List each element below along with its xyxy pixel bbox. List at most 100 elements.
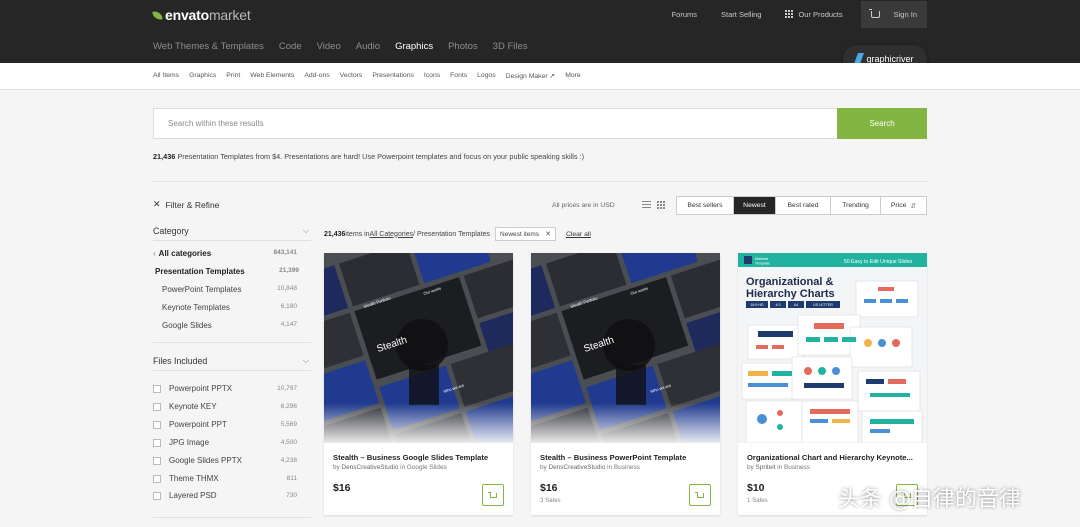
sort-price[interactable]: Price ⇵ [881, 197, 926, 214]
category-link[interactable]: Business [784, 464, 810, 471]
divider [153, 181, 927, 182]
checkbox[interactable] [153, 456, 161, 465]
category-powerpoint[interactable]: PowerPoint Templates 10,848 [162, 285, 297, 294]
author-link[interactable]: Spriteit [756, 464, 776, 471]
nav-photos[interactable]: Photos [448, 41, 478, 52]
subnav-logos[interactable]: Logos [477, 72, 496, 80]
cart-icon [487, 491, 497, 498]
list-view-icon[interactable] [642, 201, 651, 209]
subnav-vectors[interactable]: Vectors [340, 72, 363, 80]
filter-layered-psd[interactable]: Layered PSD 730 [153, 491, 297, 500]
category-section-title[interactable]: Category ⌵ [153, 226, 311, 236]
product-thumbnail[interactable]: Stealth Our works Stealth Portfolio Who … [324, 253, 513, 443]
filter-jpg-image[interactable]: JPG Image 4,500 [153, 438, 297, 447]
product-card[interactable]: 50 Easy to Edit Unique Slides Marketa Te… [738, 253, 927, 515]
sales-count: 1 Sales [747, 497, 768, 504]
sort-direction-icon: ⇵ [910, 202, 917, 210]
checkbox[interactable] [153, 491, 161, 500]
product-thumbnail[interactable]: 50 Easy to Edit Unique Slides Marketa Te… [738, 253, 927, 443]
product-thumbnail[interactable]: Stealth Our works Stealth Portfolio Who … [531, 253, 720, 443]
product-title[interactable]: Stealth – Business PowerPoint Template [540, 453, 715, 462]
subnav-presentations[interactable]: Presentations [372, 72, 414, 80]
category-link[interactable]: Google Slides [407, 464, 447, 471]
close-icon[interactable]: ✕ [545, 230, 551, 238]
add-to-cart-button[interactable] [482, 484, 504, 506]
format-pill: 4:3 [776, 303, 781, 307]
checkbox[interactable] [153, 438, 161, 447]
banner-text: 50 Easy to Edit Unique Slides [844, 259, 913, 265]
subnav-design-maker[interactable]: Design Maker ↗ [506, 72, 556, 80]
sort-newest[interactable]: Newest [734, 197, 776, 214]
nav-3d-files[interactable]: 3D Files [493, 41, 528, 52]
filter-powerpoint-pptx[interactable]: Powerpoint PPTX 10,797 [153, 384, 297, 393]
cart-icon[interactable] [868, 8, 880, 18]
filter-theme-thmx[interactable]: Theme THMX 811 [153, 474, 297, 483]
subnav-all-items[interactable]: All Items [153, 72, 179, 80]
close-icon: ✕ [153, 199, 161, 209]
results-summary: 21,436 Presentation Templates from $4. P… [153, 152, 585, 161]
format-pill: US LETTER [813, 303, 833, 307]
checkbox[interactable] [153, 384, 161, 393]
product-byline: by DensCreativeStudio in Business [540, 464, 640, 471]
checkbox[interactable] [153, 420, 161, 429]
author-link[interactable]: DensCreativeStudio [549, 464, 606, 471]
divider [153, 342, 311, 343]
forums-link[interactable]: Forums [672, 10, 697, 19]
nav-graphics[interactable]: Graphics [395, 41, 433, 52]
subnav-icons[interactable]: Icons [424, 72, 440, 80]
search-button[interactable]: Search [837, 108, 927, 139]
breadcrumb-all-categories[interactable]: All Categories [370, 231, 414, 238]
author-link[interactable]: DensCreativeStudio [342, 464, 399, 471]
search-bar: Search [153, 108, 927, 139]
nav-video[interactable]: Video [317, 41, 341, 52]
results-line: 21,436 items in All Categories / Present… [324, 227, 591, 241]
start-selling-link[interactable]: Start Selling [721, 10, 761, 19]
sort-best-rated[interactable]: Best rated [776, 197, 831, 214]
clear-all-link[interactable]: Clear all [566, 231, 591, 238]
product-card[interactable]: Stealth Our works Stealth Portfolio Who … [531, 253, 720, 515]
category-all[interactable]: ‹ All categories 843,141 [153, 249, 297, 258]
subnav-add-ons[interactable]: Add-ons [304, 72, 329, 80]
checkbox[interactable] [153, 474, 161, 483]
filter-powerpoint-ppt[interactable]: Powerpoint PPT 5,569 [153, 420, 297, 429]
sales-count: 3 Sales [540, 497, 561, 504]
product-byline: by DensCreativeStudio in Google Slides [333, 464, 447, 471]
product-title[interactable]: Stealth – Business Google Slides Templat… [333, 453, 508, 462]
chevron-down-icon: ⌵ [302, 226, 309, 235]
sort-trending[interactable]: Trending [831, 197, 881, 214]
category-keynote[interactable]: Keynote Templates 6,180 [162, 303, 297, 312]
product-card[interactable]: Stealth Our works Stealth Portfolio Who … [324, 253, 513, 515]
subnav-web-elements[interactable]: Web Elements [250, 72, 294, 80]
divider [153, 517, 311, 518]
add-to-cart-button[interactable] [689, 484, 711, 506]
sign-in-button[interactable]: Sign In [860, 0, 927, 28]
sort-best-sellers[interactable]: Best sellers [677, 197, 734, 214]
grid-icon [785, 10, 794, 18]
divider [153, 240, 311, 241]
chevron-down-icon: ⌵ [302, 356, 309, 365]
search-input[interactable] [154, 109, 837, 138]
files-included-section-title[interactable]: Files Included ⌵ [153, 356, 311, 366]
envato-leaf-icon [152, 9, 163, 21]
filter-google-slides-pptx[interactable]: Google Slides PPTX 4,238 [153, 456, 297, 465]
category-google-slides[interactable]: Google Slides 4,147 [162, 321, 297, 330]
category-link[interactable]: Business [614, 464, 640, 471]
subnav-fonts[interactable]: Fonts [450, 72, 467, 80]
prices-note: All prices are in USD [552, 202, 615, 209]
filter-keynote-key[interactable]: Keynote KEY 6,296 [153, 402, 297, 411]
our-products-link[interactable]: Our Products [785, 10, 843, 19]
subnav-print[interactable]: Print [226, 72, 240, 80]
subnav-more[interactable]: More [565, 72, 581, 80]
filter-refine-toggle[interactable]: ✕ Filter & Refine [153, 199, 219, 210]
divider [153, 370, 311, 371]
grid-view-icon[interactable] [657, 201, 666, 209]
category-presentation-templates[interactable]: Presentation Templates 21,399 [155, 267, 299, 276]
product-price: $10 [747, 482, 765, 494]
subnav-graphics[interactable]: Graphics [189, 72, 216, 80]
nav-web-themes[interactable]: Web Themes & Templates [153, 41, 264, 52]
checkbox[interactable] [153, 402, 161, 411]
product-title[interactable]: Organizational Chart and Hierarchy Keyno… [747, 453, 922, 462]
nav-code[interactable]: Code [279, 41, 302, 52]
nav-audio[interactable]: Audio [356, 41, 380, 52]
envato-market-logo[interactable]: envato market [152, 7, 251, 23]
